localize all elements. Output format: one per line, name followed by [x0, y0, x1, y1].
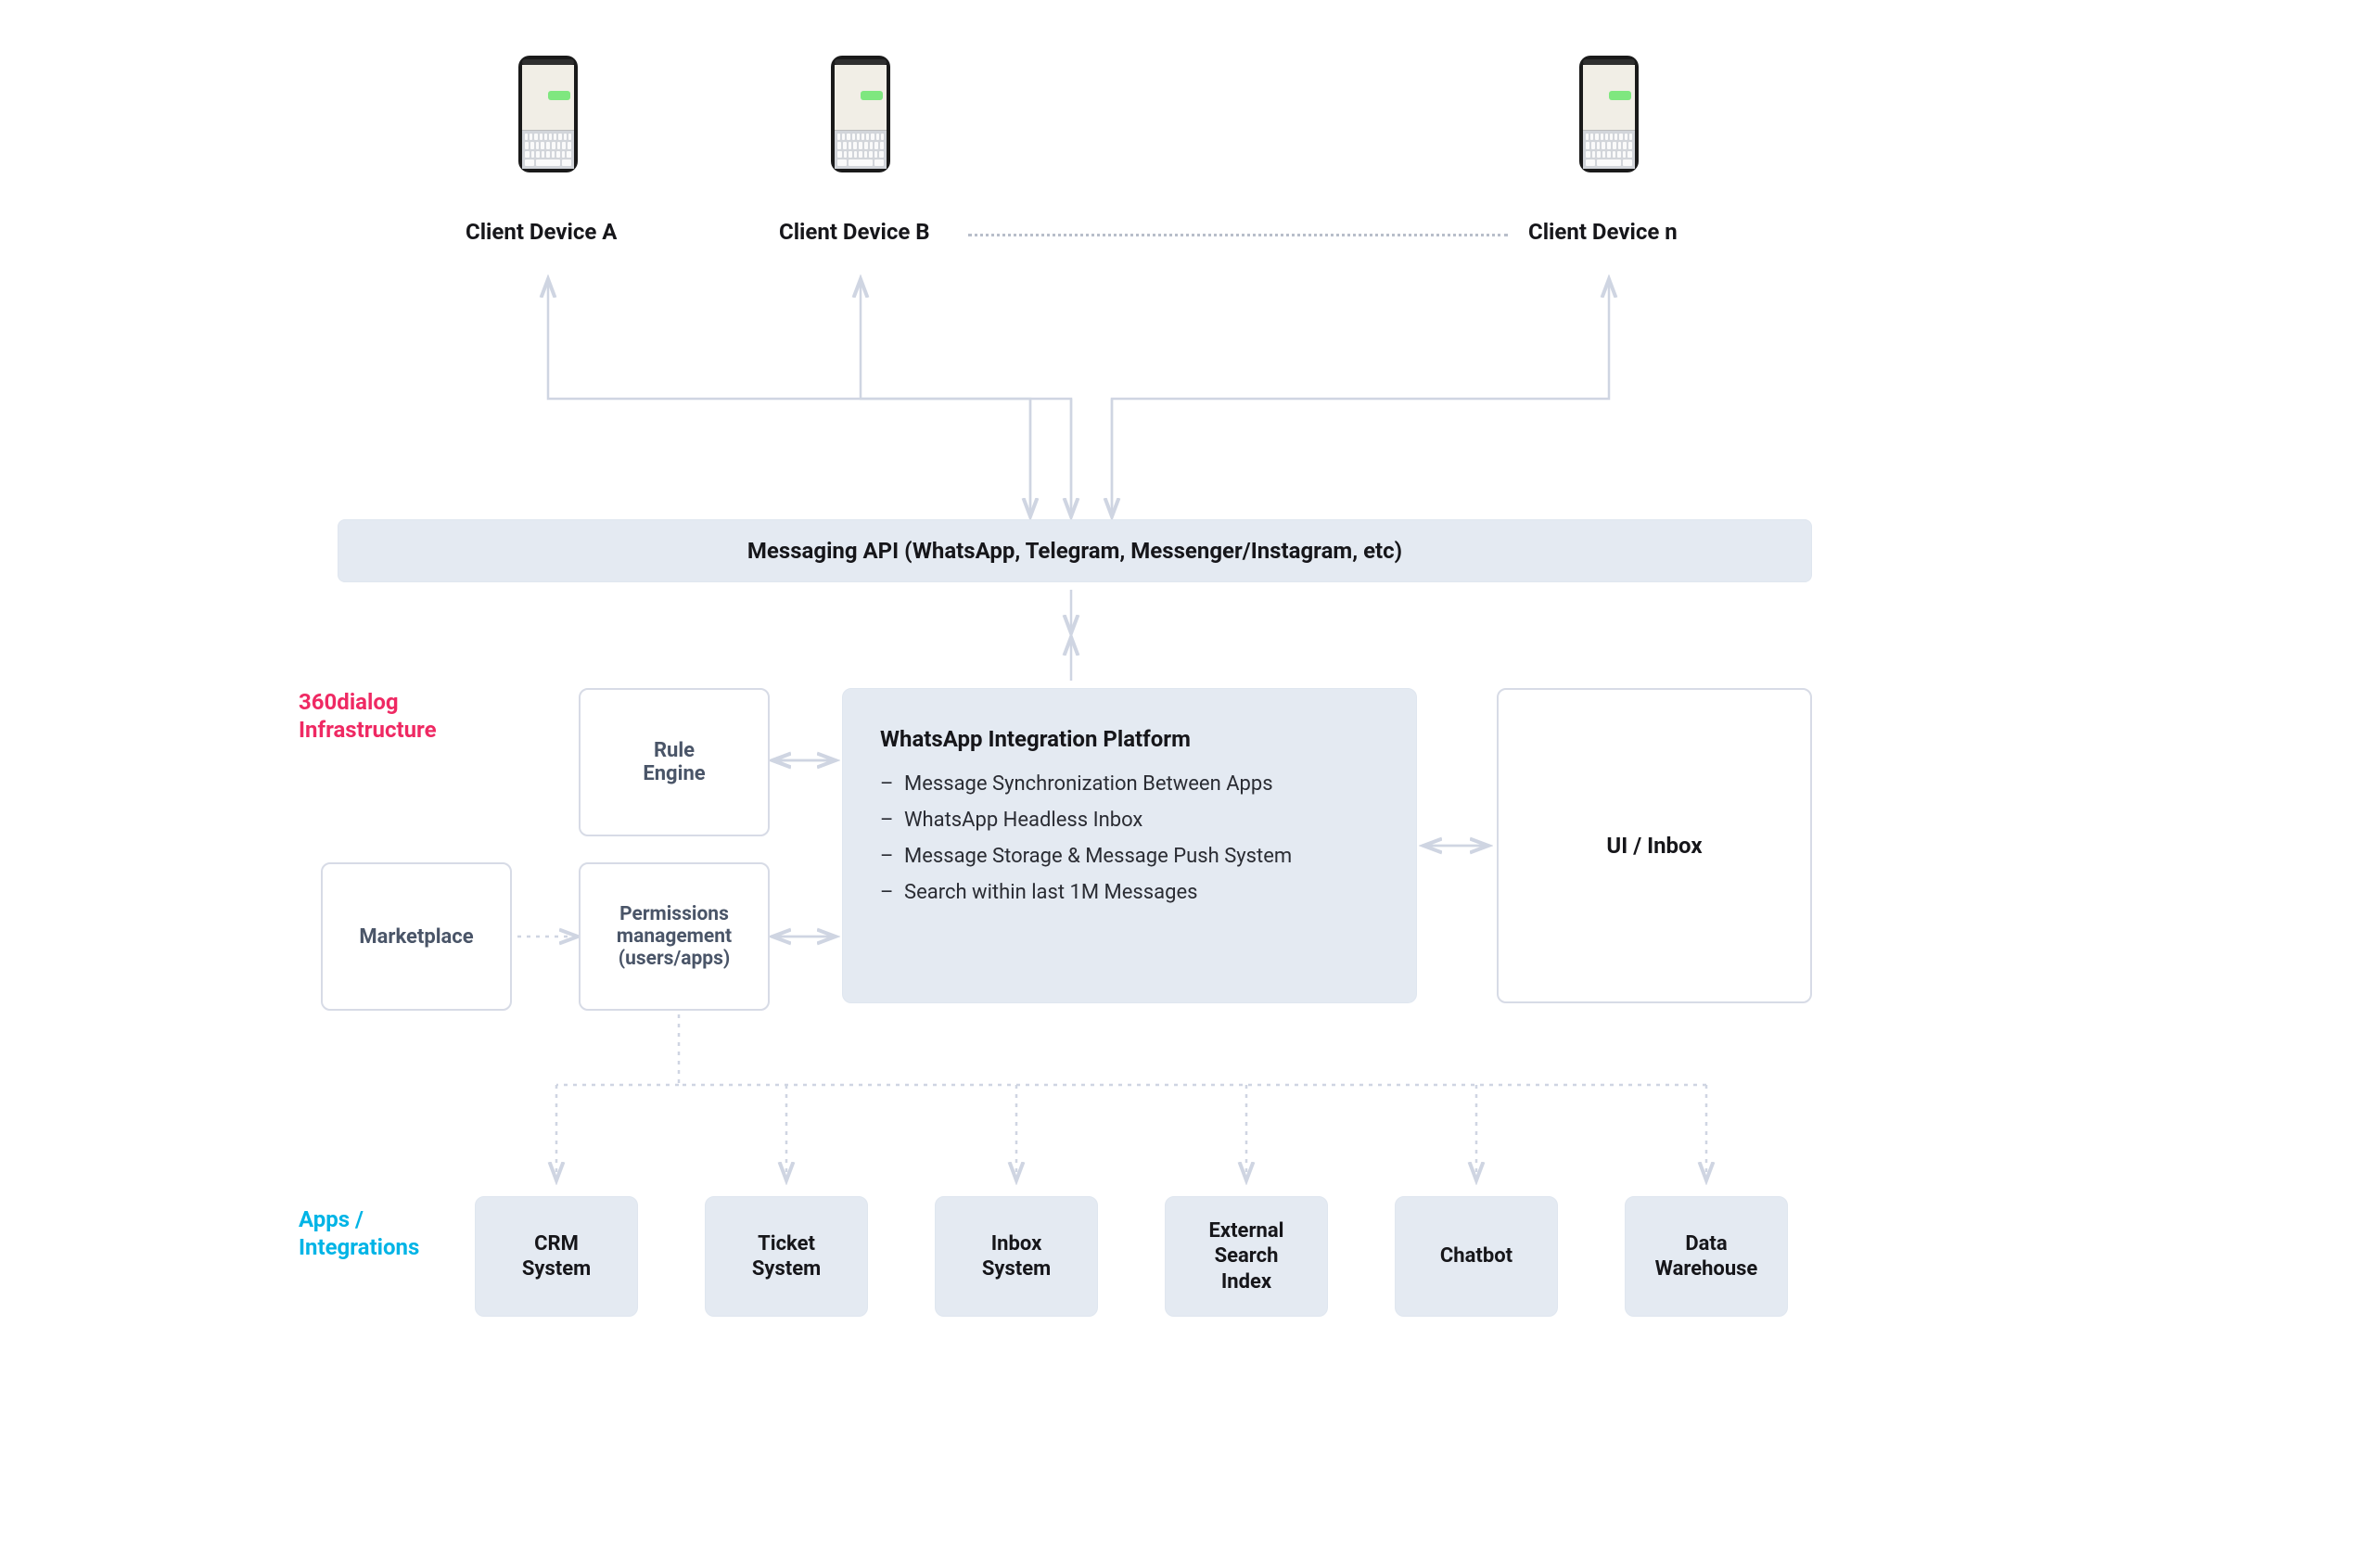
messaging-api-bar: Messaging API (WhatsApp, Telegram, Messe…	[338, 519, 1812, 582]
phone-device-n	[1579, 56, 1639, 172]
app-data-warehouse: Data Warehouse	[1625, 1196, 1788, 1317]
platform-feature-item: Message Synchronization Between Apps	[880, 772, 1379, 796]
device-ellipsis-line	[968, 234, 1508, 236]
architecture-diagram: Client Device A Client Device B Client D…	[0, 0, 2374, 1568]
ui-inbox-box: UI / Inbox	[1497, 688, 1812, 1003]
platform-feature-item: Message Storage & Message Push System	[880, 845, 1379, 868]
platform-title: WhatsApp Integration Platform	[880, 726, 1379, 752]
platform-features-list: Message Synchronization Between Apps Wha…	[880, 772, 1379, 904]
section-label-apps: Apps / Integrations	[299, 1205, 419, 1261]
app-ticket-system: Ticket System	[705, 1196, 868, 1317]
app-crm-system: CRM System	[475, 1196, 638, 1317]
marketplace-box: Marketplace	[321, 862, 512, 1011]
rule-engine-box: Rule Engine	[579, 688, 770, 836]
section-label-infrastructure: 360dialog Infrastructure	[299, 688, 437, 744]
platform-feature-item: Search within last 1M Messages	[880, 881, 1379, 904]
platform-feature-item: WhatsApp Headless Inbox	[880, 809, 1379, 832]
permissions-management-box: Permissions management (users/apps)	[579, 862, 770, 1011]
app-external-search-index: External Search Index	[1165, 1196, 1328, 1317]
app-inbox-system: Inbox System	[935, 1196, 1098, 1317]
app-chatbot: Chatbot	[1395, 1196, 1558, 1317]
phone-device-b	[831, 56, 890, 172]
device-n-label: Client Device n	[1528, 219, 1678, 245]
device-b-label: Client Device B	[779, 219, 930, 245]
phone-device-a	[518, 56, 578, 172]
whatsapp-integration-platform-box: WhatsApp Integration Platform Message Sy…	[842, 688, 1417, 1003]
messaging-api-label: Messaging API (WhatsApp, Telegram, Messe…	[747, 538, 1402, 564]
device-a-label: Client Device A	[466, 219, 617, 245]
